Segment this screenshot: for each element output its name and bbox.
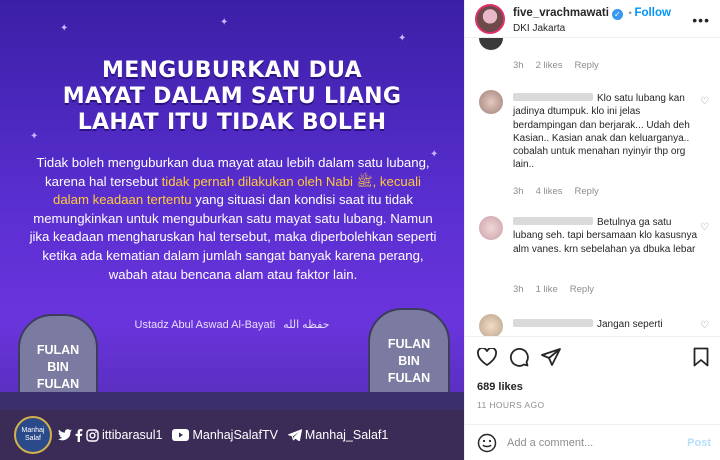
comment-likes[interactable]: 2 likes xyxy=(536,60,563,71)
heart-icon[interactable] xyxy=(477,347,497,366)
avatar[interactable] xyxy=(479,216,503,240)
reply-button[interactable]: Reply xyxy=(570,284,594,295)
reply-button[interactable]: Reply xyxy=(575,60,599,71)
star-icon: ✦ xyxy=(398,33,407,44)
social-handle-telegram: Manhaj_Salaf1 xyxy=(287,428,388,442)
emoji-icon[interactable] xyxy=(477,433,497,453)
star-icon: ✦ xyxy=(220,17,229,28)
redacted-username xyxy=(513,217,593,225)
avatar[interactable] xyxy=(479,314,503,336)
reply-button[interactable]: Reply xyxy=(575,186,599,197)
post-footer: Manhaj Salaf ittibarasul1 ManhajSalafTV … xyxy=(0,410,464,460)
location-link[interactable]: DKI Jakarta xyxy=(513,23,671,34)
like-comment-icon[interactable]: ♡ xyxy=(700,222,709,233)
redacted-username xyxy=(513,93,593,101)
social-handle-ig: ittibarasul1 xyxy=(58,428,162,442)
manhaj-salaf-logo: Manhaj Salaf xyxy=(14,416,52,454)
avatar[interactable] xyxy=(479,90,503,114)
follow-button[interactable]: Follow xyxy=(635,7,671,19)
youtube-icon xyxy=(172,429,190,441)
facebook-icon xyxy=(75,428,83,442)
twitter-icon xyxy=(58,429,72,441)
post-comment-button[interactable]: Post xyxy=(687,437,711,449)
post-body-text: Tidak boleh menguburkan dua mayat atau l… xyxy=(29,155,437,282)
like-comment-icon[interactable]: ♡ xyxy=(700,320,709,331)
add-comment-bar: Add a comment... Post xyxy=(465,424,720,460)
like-comment-icon[interactable]: ♡ xyxy=(700,96,709,107)
likes-count[interactable]: 689 likes xyxy=(477,381,523,393)
post-image[interactable]: ✦ ✦ ✦ ✦ ✦ MENGUBURKAN DUA MAYAT DALAM SA… xyxy=(0,0,464,460)
avatar[interactable] xyxy=(475,3,505,34)
post-header: five_vrachmawati ✓ • Follow DKI Jakarta •… xyxy=(465,0,720,38)
username-link[interactable]: five_vrachmawati xyxy=(513,7,609,19)
comments-list[interactable]: 3h 2 likes Reply Klo satu lubang kan jadin… xyxy=(465,38,720,336)
comment-input[interactable]: Add a comment... xyxy=(507,437,687,449)
share-icon[interactable] xyxy=(541,347,561,366)
post-sidebar: five_vrachmawati ✓ • Follow DKI Jakarta •… xyxy=(464,0,720,460)
post-timestamp[interactable]: 11 HOURS AGO xyxy=(477,400,544,410)
social-handle-youtube: ManhajSalafTV xyxy=(172,428,278,442)
redacted-username xyxy=(513,319,593,327)
post-headline: MENGUBURKAN DUA MAYAT DALAM SATU LIANG L… xyxy=(62,58,402,135)
star-icon: ✦ xyxy=(60,23,69,34)
comment-likes[interactable]: 4 likes xyxy=(536,186,563,197)
save-bookmark-icon[interactable] xyxy=(693,347,709,367)
instagram-icon xyxy=(86,428,99,442)
avatar[interactable] xyxy=(479,38,503,50)
post-actions xyxy=(465,336,720,376)
more-options-icon[interactable]: ••• xyxy=(692,12,710,28)
verified-badge-icon: ✓ xyxy=(611,9,623,20)
telegram-icon xyxy=(287,429,302,441)
comment-icon[interactable] xyxy=(509,347,529,367)
ground xyxy=(0,392,464,410)
comment-likes[interactable]: 1 like xyxy=(536,284,558,295)
